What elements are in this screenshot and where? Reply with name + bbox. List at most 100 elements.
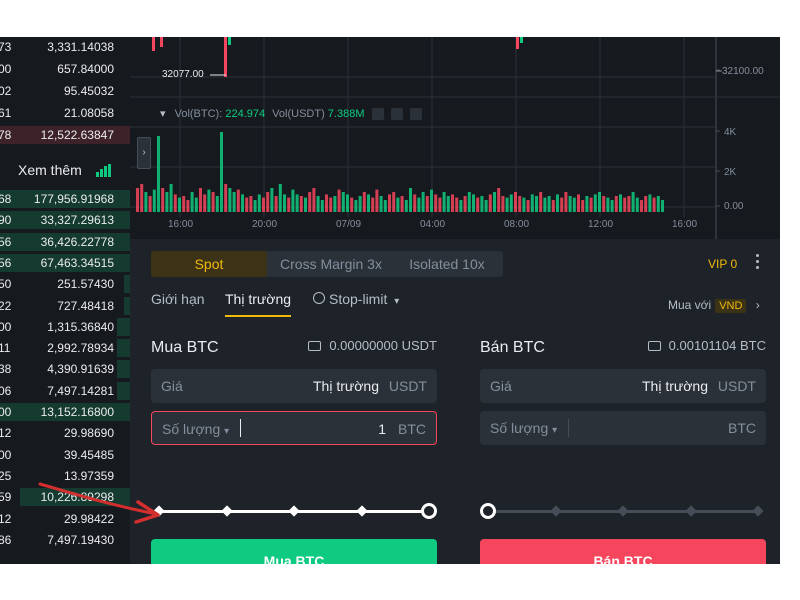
volume-bar xyxy=(329,197,333,212)
vip-level[interactable]: VIP 0 xyxy=(708,257,737,271)
settings-icon[interactable] xyxy=(390,108,403,121)
orderbook-row[interactable]: 00 1,315.36840 xyxy=(0,317,130,337)
sell-amount-slider[interactable] xyxy=(480,503,764,519)
volume-bar xyxy=(337,189,341,212)
orderbook-total: 2,992.78934 xyxy=(47,341,114,356)
sell-amount-field[interactable]: Số lượng ▾ BTC xyxy=(480,411,766,445)
volume-bar xyxy=(644,196,648,212)
orderbook-row[interactable]: 73 3,331.14038 xyxy=(0,37,130,57)
orderbook-row[interactable]: 02 95.45032 xyxy=(0,81,130,101)
orderbook-total: 3,331.14038 xyxy=(47,40,114,54)
candle xyxy=(160,37,163,47)
orderbook-row[interactable]: 06 7,497.14281 xyxy=(0,381,130,401)
close-icon[interactable] xyxy=(409,108,422,121)
buy-amount-slider[interactable] xyxy=(153,503,437,519)
orderbook-price: 86 xyxy=(0,532,12,547)
volume-bar xyxy=(325,194,328,212)
orderbook-row[interactable]: 50 251.57430 xyxy=(0,274,130,294)
slider-step[interactable] xyxy=(355,505,368,517)
more-options-icon[interactable] xyxy=(756,254,760,272)
orderbook-row[interactable]: 86 7,497.19430 xyxy=(0,530,130,550)
volume-bar xyxy=(400,196,404,212)
orderbook-row[interactable]: 22 727.48418 xyxy=(0,296,130,316)
orderbook-row[interactable]: 00 39.45485 xyxy=(0,445,130,465)
sell-title: Bán BTC xyxy=(480,339,545,356)
volume-bar xyxy=(463,196,467,212)
slider-step[interactable] xyxy=(684,505,697,517)
slider-step[interactable] xyxy=(617,505,629,517)
buy-amount-field[interactable]: Số lượng ▾ 1 BTC xyxy=(151,411,437,445)
orderbook-row[interactable]: 56 67,463.34515 xyxy=(0,253,130,273)
tab-stop-limit[interactable]: Stop-limit ▾ xyxy=(313,291,399,307)
orderbook-row[interactable]: 90 33,327.29613 xyxy=(0,210,130,230)
see-more-link[interactable]: Xem thêm xyxy=(0,158,130,182)
volume-bar xyxy=(493,192,496,212)
volume-bar xyxy=(270,188,274,212)
amount-label[interactable]: Số lượng ▾ xyxy=(490,420,557,436)
sell-button[interactable]: Bán BTC xyxy=(480,539,766,564)
volume-bar xyxy=(371,197,375,212)
amount-label-text: Số lượng xyxy=(162,421,221,437)
price-value: Thị trường xyxy=(641,378,708,394)
orderbook-row[interactable]: 56 36,426.22778 xyxy=(0,232,130,252)
price-unit: USDT xyxy=(388,378,427,394)
volume-bar xyxy=(598,192,601,212)
volume-bar xyxy=(236,189,240,212)
orderbook-total: 12,522.63847 xyxy=(40,128,114,142)
orderbook-price: 25 xyxy=(0,468,12,483)
sell-balance: 0.00101104 BTC xyxy=(647,338,766,353)
orderbook-price: 73 xyxy=(0,40,12,54)
orderbook-row[interactable]: 78 12,522.63847 xyxy=(0,125,130,145)
volume-bar xyxy=(354,200,358,212)
tab-market[interactable]: Thị trường xyxy=(225,291,292,317)
orderbook-row[interactable]: 68 177,956.91968 xyxy=(0,189,130,209)
orderbook-row[interactable]: 12 29.98690 xyxy=(0,423,130,443)
sell-balance-value: 0.00101104 BTC xyxy=(668,338,766,353)
price-unit: USDT xyxy=(717,378,756,394)
orderbook-row[interactable]: 00 657.84000 xyxy=(0,59,130,79)
buy-with-currency[interactable]: Mua với VND › xyxy=(668,298,760,313)
orderbook-row[interactable]: 00 13,152.16800 xyxy=(0,402,130,422)
orderbook-price: 50 xyxy=(0,277,12,292)
tab-cross-margin[interactable]: Cross Margin 3x xyxy=(271,251,391,277)
tab-limit[interactable]: Giới hạn xyxy=(151,291,205,307)
volume-bar xyxy=(501,196,505,212)
slider-step[interactable] xyxy=(220,505,233,517)
slider-step[interactable] xyxy=(288,505,300,517)
orderbook-price: 90 xyxy=(0,213,12,228)
price-chart[interactable]: 32077.00 32100.00 ▾ Vol(BTC): 224.974 Vo… xyxy=(130,37,780,239)
buy-price-field[interactable]: Giá Thị trường USDT xyxy=(151,369,437,403)
slider-handle[interactable] xyxy=(480,503,496,519)
volume-bar xyxy=(518,196,522,212)
chevron-down-icon[interactable]: ▾ xyxy=(160,108,166,120)
volume-bar xyxy=(140,184,144,212)
sell-price-field[interactable]: Giá Thị trường USDT xyxy=(480,369,766,403)
chevron-right-icon[interactable]: › xyxy=(137,137,151,169)
volume-bar xyxy=(413,194,417,212)
orderbook-price: 00 xyxy=(0,447,12,462)
orderbook-total: 33,327.29613 xyxy=(40,213,114,228)
volume-bar xyxy=(358,196,362,212)
tab-isolated[interactable]: Isolated 10x xyxy=(395,251,499,277)
volume-bar xyxy=(530,194,534,212)
time-axis-label: 16:00 xyxy=(672,219,698,230)
orderbook-total: 21.08058 xyxy=(63,106,114,120)
volume-bar xyxy=(593,194,597,212)
volume-bar xyxy=(203,194,207,212)
volume-bar xyxy=(396,197,400,212)
orderbook-row[interactable]: 11 2,992.78934 xyxy=(0,338,130,358)
volume-bar xyxy=(581,200,585,212)
eye-icon[interactable] xyxy=(371,108,384,121)
volume-bar xyxy=(514,192,517,212)
tab-spot[interactable]: Spot xyxy=(151,251,267,277)
amount-label[interactable]: Số lượng ▾ xyxy=(162,421,229,437)
orderbook-row[interactable]: 61 21.08058 xyxy=(0,103,130,123)
volume-bar xyxy=(333,196,337,212)
volume-bar xyxy=(661,200,664,212)
volume-bar xyxy=(144,192,148,212)
slider-step[interactable] xyxy=(549,505,562,517)
buy-button[interactable]: Mua BTC xyxy=(151,539,437,564)
slider-step[interactable] xyxy=(752,505,764,517)
slider-handle[interactable] xyxy=(421,503,437,519)
orderbook-row[interactable]: 38 4,390.91639 xyxy=(0,359,130,379)
